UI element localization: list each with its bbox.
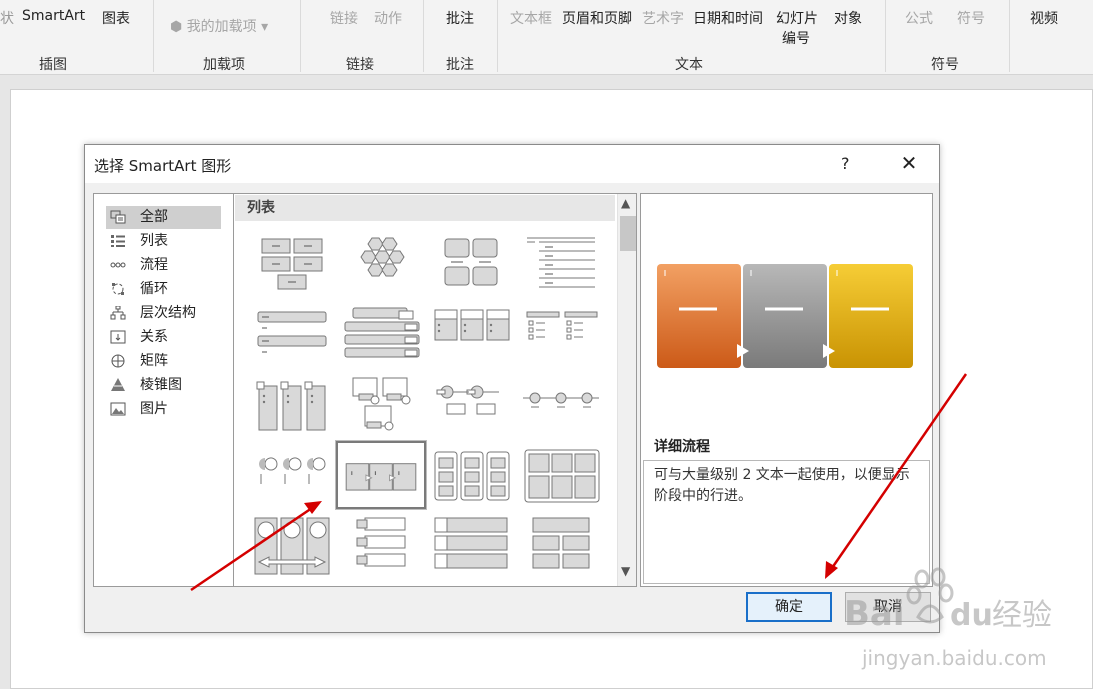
cycle-icon [112, 283, 124, 295]
list-icon [111, 235, 125, 247]
layout-thumbnail[interactable] [249, 234, 335, 298]
relationship-icon [110, 330, 126, 344]
layout-thumbnail[interactable] [429, 374, 515, 438]
category-label: 棱锥图 [140, 377, 182, 393]
group-separator [497, 0, 498, 72]
ribbon-datetime-button[interactable]: 日期和时间 [693, 8, 763, 28]
group-label-links: 链接 [346, 57, 374, 73]
layout-thumbnail[interactable] [249, 374, 335, 438]
group-separator [423, 0, 424, 72]
ribbon-equation-button[interactable]: 公式 [905, 8, 933, 28]
category-label: 流程 [140, 257, 168, 273]
ribbon-comment-button[interactable]: 批注 [446, 8, 474, 28]
watermark-text-3: 经验 [992, 598, 1052, 633]
category-label: 列表 [140, 233, 168, 249]
process-icon [110, 262, 126, 268]
all-icon [110, 210, 126, 224]
gallery-scrollbar[interactable]: ▲ ▼ [617, 194, 636, 586]
category-relationship[interactable]: 关系 [106, 326, 221, 349]
pyramid-icon [111, 378, 125, 391]
picture-icon [110, 402, 126, 416]
dialog-titlebar[interactable]: 选择 SmartArt 图形 ? ✕ [85, 145, 939, 183]
ribbon-action-button[interactable]: 动作 [374, 8, 402, 28]
group-label-symbols: 符号 [931, 57, 959, 73]
preview-panel: 详细流程 可与大量级别 2 文本一起使用，以便显示阶段中的行进。 [640, 193, 933, 587]
layout-thumbnail[interactable] [429, 234, 515, 298]
ribbon-smartart-button[interactable]: SmartArt [22, 8, 85, 24]
layout-thumbnail[interactable] [339, 514, 425, 578]
category-hierarchy[interactable]: 层次结构 [106, 302, 221, 325]
layout-thumbnail[interactable] [339, 234, 425, 298]
dialog-title: 选择 SmartArt 图形 [94, 157, 232, 175]
layout-thumbnail[interactable] [429, 514, 515, 578]
matrix-icon [111, 354, 125, 368]
category-label: 矩阵 [140, 353, 168, 369]
category-matrix[interactable]: 矩阵 [106, 350, 221, 373]
help-button[interactable]: ? [841, 154, 850, 173]
layout-thumbnail[interactable] [339, 374, 425, 438]
category-label: 层次结构 [140, 305, 196, 321]
scrollbar-thumb[interactable] [620, 216, 636, 251]
group-label-illustrations: 插图 [39, 57, 67, 73]
scroll-down-icon[interactable]: ▼ [621, 564, 630, 578]
category-label: 关系 [140, 329, 168, 345]
ribbon-textbox-button[interactable]: 文本框 [510, 8, 552, 28]
layout-thumbnail[interactable] [429, 444, 515, 508]
layout-thumbnail[interactable] [519, 304, 605, 368]
smartart-dialog: 选择 SmartArt 图形 ? ✕ 全部 列表 流程 循环 层次结构 关系 矩… [84, 144, 940, 633]
ribbon-header-footer-button[interactable]: 页眉和页脚 [562, 8, 632, 28]
ribbon-slide-number-button[interactable]: 幻灯片 编号 [776, 8, 818, 48]
close-button[interactable]: ✕ [893, 151, 925, 177]
addins-icon: ⬢ [170, 19, 187, 35]
category-pyramid[interactable]: 棱锥图 [106, 374, 221, 397]
layout-thumbnail[interactable] [519, 444, 605, 508]
group-separator [885, 0, 886, 72]
layout-thumbnail-selected[interactable] [335, 440, 427, 510]
layout-thumbnail[interactable] [519, 374, 605, 438]
ribbon-video-button[interactable]: 视频 [1030, 8, 1058, 28]
category-label: 图片 [140, 401, 168, 417]
layout-thumbnail[interactable] [339, 304, 425, 368]
category-process[interactable]: 流程 [106, 254, 221, 277]
preview-graphic [657, 264, 913, 368]
preview-layout-name: 详细流程 [654, 439, 710, 455]
category-picture[interactable]: 图片 [106, 398, 221, 421]
category-list-item[interactable]: 列表 [106, 230, 221, 253]
ribbon-link-button[interactable]: 链接 [330, 8, 358, 28]
ribbon-chart-button[interactable]: 图表 [102, 8, 130, 28]
category-cycle[interactable]: 循环 [106, 278, 221, 301]
category-all[interactable]: 全部 [106, 206, 221, 229]
ribbon-symbol-button[interactable]: 符号 [957, 8, 985, 28]
layout-thumbnail[interactable] [249, 444, 335, 508]
watermark-url: jingyan.baidu.com [861, 646, 1047, 670]
category-label: 循环 [140, 281, 168, 297]
ribbon-object-button[interactable]: 对象 [834, 8, 862, 28]
ok-button[interactable]: 确定 [746, 592, 832, 622]
scroll-up-icon[interactable]: ▲ [621, 196, 630, 210]
group-label-text: 文本 [675, 57, 703, 73]
gallery-section-header: 列表 [235, 195, 615, 221]
layout-thumbnail[interactable] [519, 234, 605, 298]
baidu-watermark: Bai du 经验 jingyan.baidu.com [844, 567, 1052, 670]
ribbon-wordart-button[interactable]: 艺术字 [642, 8, 684, 28]
ribbon: 状 SmartArt 图表 ⬢ 我的加载项 ▾ 链接 动作 批注 文本框 页眉和… [0, 0, 1093, 75]
category-label: 全部 [140, 209, 168, 225]
group-label-addins: 加载项 [203, 57, 245, 73]
layout-thumbnail[interactable] [249, 304, 335, 368]
ribbon-my-addins-button[interactable]: ⬢ 我的加载项 ▾ [170, 16, 268, 36]
group-separator [153, 0, 154, 72]
group-label-comments: 批注 [446, 57, 474, 73]
layout-thumbnail[interactable] [429, 304, 515, 368]
ribbon-cut-label: 状 [0, 11, 14, 27]
hierarchy-icon [110, 306, 126, 320]
watermark-text-2: du [950, 598, 993, 633]
group-separator [300, 0, 301, 72]
category-list: 全部 列表 流程 循环 层次结构 关系 矩阵 棱锥图 图片 [93, 193, 234, 587]
layout-thumbnail[interactable] [519, 514, 605, 578]
group-separator [1009, 0, 1010, 72]
watermark-text-1: Bai [844, 594, 905, 634]
layout-gallery: 列表 ▲ ▼ [233, 193, 637, 587]
layout-thumbnail[interactable] [249, 514, 335, 578]
